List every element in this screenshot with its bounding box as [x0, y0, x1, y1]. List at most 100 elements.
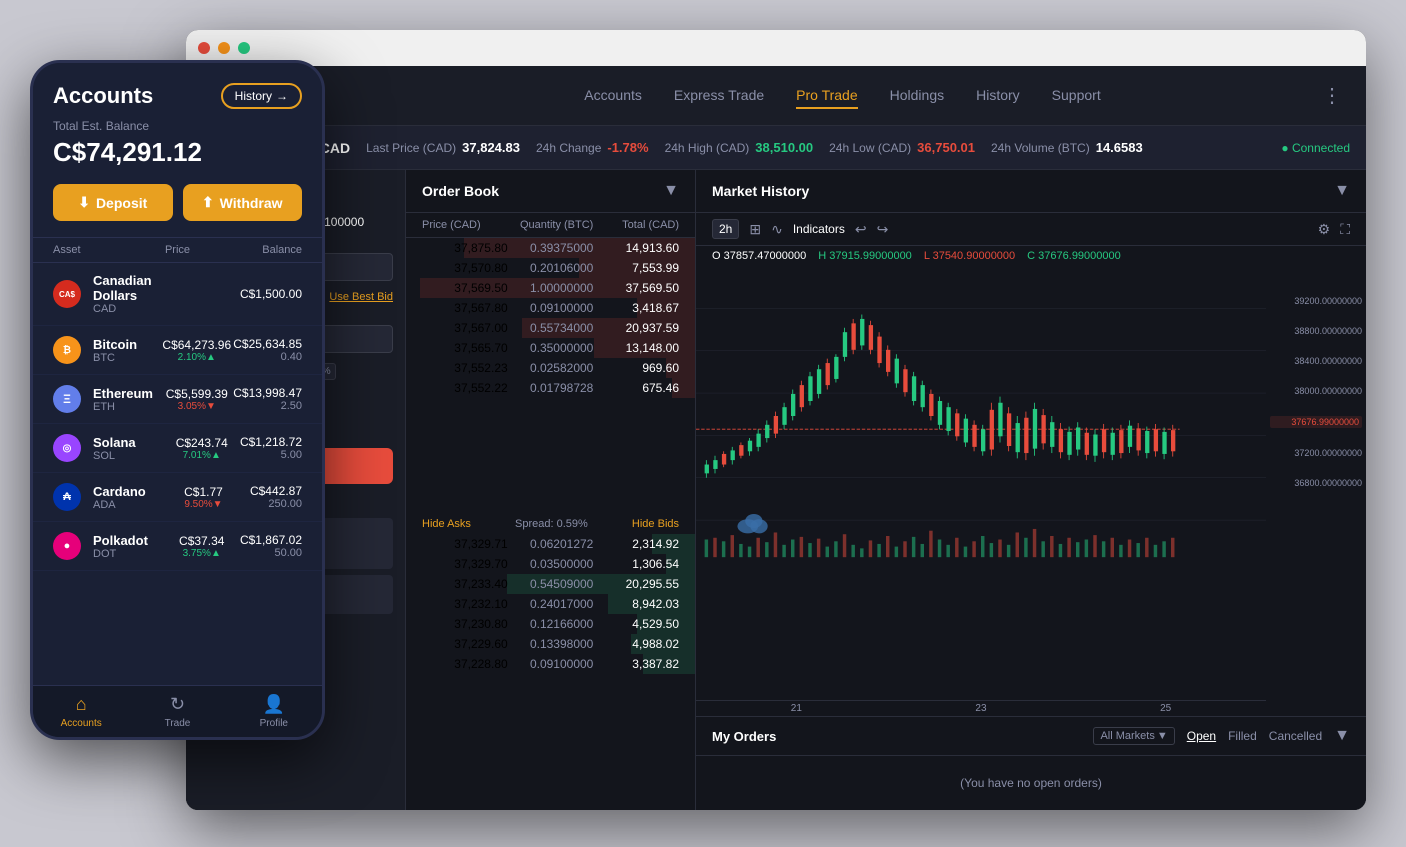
- asset-item-eth[interactable]: Ξ Ethereum ETH C$5,599.39 3.05%▼ C$13,99…: [33, 375, 322, 424]
- chart-panel: Market History ▼ 2h ⊞ ∿ Indicators ↩ ↪ ⚙…: [696, 170, 1366, 810]
- time-2h-btn[interactable]: 2h: [712, 219, 739, 239]
- filter-cancelled-link[interactable]: Cancelled: [1269, 729, 1322, 743]
- nav-accounts[interactable]: Accounts: [584, 83, 642, 109]
- high-label: 24h High (CAD): [665, 141, 750, 155]
- ob-bid-row: 37,329.71 0.06201272 2,314.92: [406, 534, 695, 554]
- ask-price-3: 37,569.50: [422, 281, 508, 295]
- ohlc-open: O 37857.47000000: [712, 250, 806, 262]
- bid-price-1: 37,329.71: [422, 537, 508, 551]
- phone-bottom-nav: ⌂ Accounts ↻ Trade 👤 Profile: [33, 685, 322, 737]
- volume-label: 24h Volume (BTC): [991, 141, 1090, 155]
- bid-total-5: 4,529.50: [593, 617, 679, 631]
- phone-accounts-title: Accounts: [53, 83, 153, 109]
- ada-price: C$1.77: [165, 485, 243, 499]
- asset-item-ada[interactable]: ₳ Cardano ADA C$1.77 9.50%▼ C$442.87 250…: [33, 473, 322, 522]
- chart-type-icon[interactable]: ⊞: [749, 221, 761, 238]
- indicators-btn[interactable]: Indicators: [793, 222, 845, 236]
- withdraw-label: Withdraw: [220, 195, 283, 211]
- ob-ask-row: 37,567.00 0.55734000 20,937.59: [406, 318, 695, 338]
- chart-redo-icon[interactable]: ↪: [877, 221, 889, 238]
- profile-nav-icon: 👤: [263, 694, 285, 715]
- time-25: 25: [1160, 703, 1171, 714]
- asset-item-dot[interactable]: ● Polkadot DOT C$37.34 3.75%▲ C$1,867.02…: [33, 522, 322, 571]
- ada-name: Cardano: [93, 484, 165, 499]
- ask-total-4: 3,418.67: [593, 301, 679, 315]
- nav-holdings[interactable]: Holdings: [890, 83, 944, 109]
- all-markets-btn[interactable]: All Markets ▼: [1093, 727, 1174, 745]
- ask-price-6: 37,565.70: [422, 341, 508, 355]
- sol-name: Solana: [93, 435, 164, 450]
- col-qty: Quantity (BTC): [508, 219, 594, 231]
- dot-change: 3.75%▲: [164, 548, 240, 559]
- ob-bid-row: 37,233.40 0.54509000 20,295.55: [406, 574, 695, 594]
- phone-history-button[interactable]: History →: [221, 83, 302, 109]
- ob-bid-row: 37,228.80 0.09100000 3,387.82: [406, 654, 695, 674]
- ohlc-close: C 37676.99000000: [1027, 250, 1121, 262]
- browser-chrome: [186, 30, 1366, 66]
- ob-ask-rows: 37,875.80 0.39375000 14,913.60 37,570.80…: [406, 238, 695, 514]
- last-price-item: Last Price (CAD) 37,824.83: [366, 140, 520, 155]
- orderbook-chevron-icon[interactable]: ▼: [663, 182, 679, 200]
- asset-icon-col-sol: ◎: [53, 434, 85, 462]
- ask-total-8: 675.46: [593, 381, 679, 395]
- asset-name-col-ada: Cardano ADA: [93, 484, 165, 511]
- deposit-button[interactable]: ⬇ Deposit: [53, 184, 173, 221]
- ask-total-5: 20,937.59: [593, 321, 679, 335]
- my-orders-chevron-icon[interactable]: ▼: [1334, 727, 1350, 745]
- btc-balance-fiat: C$25,634.85: [233, 337, 302, 351]
- chart-header: Market History ▼: [696, 170, 1366, 213]
- bid-price-4: 37,232.10: [422, 597, 508, 611]
- bid-qty-1: 0.06201272: [508, 537, 594, 551]
- withdraw-button[interactable]: ⬆ Withdraw: [183, 184, 303, 221]
- asset-icon-col-cad: CA$: [53, 280, 85, 308]
- bid-qty-7: 0.09100000: [508, 657, 594, 671]
- phone-header: Accounts History →: [33, 63, 322, 119]
- price-current: 37676.99000000: [1270, 416, 1362, 428]
- nav-history[interactable]: History: [976, 83, 1020, 109]
- phone-action-buttons: ⬇ Deposit ⬆ Withdraw: [33, 184, 322, 237]
- browser-window: ⊂ BITBUY Accounts Express Trade Pro Trad…: [186, 30, 1366, 810]
- bid-qty-3: 0.54509000: [508, 577, 594, 591]
- chart-chevron-icon[interactable]: ▼: [1334, 182, 1350, 200]
- bid-qty-6: 0.13398000: [508, 637, 594, 651]
- asset-item-btc[interactable]: ₿ Bitcoin BTC C$64,273.96 2.10%▲ C$25,63…: [33, 326, 322, 375]
- nav-support[interactable]: Support: [1052, 83, 1101, 109]
- chart-settings-icon[interactable]: ⚙: [1318, 221, 1331, 238]
- chart-fullscreen-icon[interactable]: ⛶: [1340, 221, 1350, 238]
- chart-wave-icon[interactable]: ∿: [771, 221, 783, 238]
- filter-filled-link[interactable]: Filled: [1228, 729, 1257, 743]
- ask-qty-3: 1.00000000: [508, 281, 594, 295]
- bid-qty-2: 0.03500000: [508, 557, 594, 571]
- bid-qty-5: 0.12166000: [508, 617, 594, 631]
- nav-express-trade[interactable]: Express Trade: [674, 83, 764, 109]
- phone-nav-profile[interactable]: 👤 Profile: [226, 694, 322, 729]
- last-price-label: Last Price (CAD): [366, 141, 456, 155]
- phone-nav-accounts[interactable]: ⌂ Accounts: [33, 694, 129, 729]
- price-38800: 38800.00000000: [1270, 326, 1362, 336]
- asset-balance-col-eth: C$13,998.47 2.50: [233, 386, 302, 412]
- asset-name-col-dot: Polkadot DOT: [93, 533, 164, 560]
- asset-price-col-eth: C$5,599.39 3.05%▼: [160, 387, 233, 412]
- filter-open-link[interactable]: Open: [1187, 729, 1216, 743]
- balance-amount: C$74,291.12: [53, 137, 302, 168]
- top-nav: ⊂ BITBUY Accounts Express Trade Pro Trad…: [186, 66, 1366, 126]
- time-23: 23: [975, 703, 986, 714]
- bid-qty-4: 0.24017000: [508, 597, 594, 611]
- hide-asks-row: Hide Asks Spread: 0.59% Hide Bids: [406, 514, 695, 534]
- asset-item-sol[interactable]: ◎ Solana SOL C$243.74 7.01%▲ C$1,218.72 …: [33, 424, 322, 473]
- ask-qty-7: 0.02582000: [508, 361, 594, 375]
- connected-status: ● Connected: [1281, 141, 1350, 155]
- asset-balance-col-dot: C$1,867.02 50.00: [240, 533, 302, 559]
- cad-name: Canadian Dollars: [93, 273, 164, 303]
- withdraw-icon: ⬆: [202, 194, 214, 211]
- hide-asks-link[interactable]: Hide Asks: [422, 518, 471, 530]
- phone-nav-trade[interactable]: ↻ Trade: [129, 694, 225, 729]
- asset-item-cad[interactable]: CA$ Canadian Dollars CAD C$1,500.00: [33, 263, 322, 326]
- sol-price: C$243.74: [164, 436, 240, 450]
- ob-bid-row: 37,230.80 0.12166000 4,529.50: [406, 614, 695, 634]
- nav-pro-trade[interactable]: Pro Trade: [796, 83, 857, 109]
- hide-bids-link[interactable]: Hide Bids: [632, 518, 679, 530]
- browser-dot-yellow: [218, 42, 230, 54]
- chart-undo-icon[interactable]: ↩: [855, 221, 867, 238]
- nav-menu-icon[interactable]: ⋮: [1322, 83, 1342, 108]
